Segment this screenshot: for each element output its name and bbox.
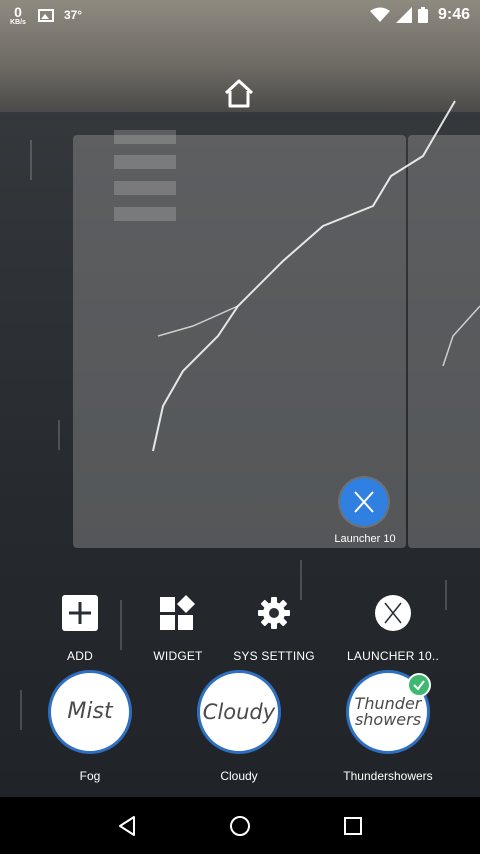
net-speed-value: 0 xyxy=(14,3,22,20)
rain-streak xyxy=(20,690,22,730)
image-icon xyxy=(37,8,54,22)
battery-icon xyxy=(417,7,428,23)
temperature: 37° xyxy=(63,8,83,22)
weather-text: Thunder showers xyxy=(354,694,422,729)
net-speed: 0 KB/s xyxy=(10,5,26,26)
plus-icon xyxy=(61,594,99,632)
wifi-icon xyxy=(369,7,390,22)
clock: 9:46 xyxy=(437,6,470,23)
add-button[interactable]: ADD xyxy=(25,594,135,663)
sys-setting-label: SYS SETTING xyxy=(233,649,315,663)
launcher-x-icon[interactable] xyxy=(340,478,388,526)
weather-thumbnail: Mist xyxy=(48,670,132,754)
weather-text: Cloudy xyxy=(202,699,276,724)
weather-label: Thundershowers xyxy=(343,769,433,783)
cell-signal-icon xyxy=(395,7,412,23)
app-label: Launcher 10 xyxy=(334,533,396,545)
back-icon[interactable] xyxy=(107,806,147,846)
widget-button[interactable]: WIDGET xyxy=(123,594,233,663)
weather-thumbnail: Cloudy xyxy=(197,670,281,754)
rain-streak xyxy=(58,420,60,450)
weather-option-cloudy[interactable]: Cloudy Cloudy xyxy=(184,670,294,783)
launcher-label: LAUNCHER 10.. xyxy=(347,649,439,663)
weather-option-thundershowers[interactable]: Thunder showers Thundershowers xyxy=(333,670,443,783)
weather-thumbnail: Thunder showers xyxy=(346,670,431,754)
recents-icon[interactable] xyxy=(333,806,373,846)
rain-streak xyxy=(30,140,32,180)
status-bar: 0 KB/s 37° 9:46 xyxy=(0,0,480,30)
weather-option-fog[interactable]: Mist Fog xyxy=(35,670,145,783)
gear-icon xyxy=(255,594,293,632)
lightning-bolt xyxy=(152,100,480,452)
check-icon xyxy=(407,673,431,697)
widget-icon xyxy=(159,594,197,632)
weather-label: Cloudy xyxy=(220,769,258,783)
weather-text: Mist xyxy=(67,699,113,724)
net-speed-unit: KB/s xyxy=(10,18,26,26)
home-circle-icon[interactable] xyxy=(220,806,260,846)
weather-label: Fog xyxy=(79,769,101,783)
widget-label: WIDGET xyxy=(153,649,203,663)
launcher-settings-button[interactable]: LAUNCHER 10.. xyxy=(338,594,448,663)
sys-setting-button[interactable]: SYS SETTING xyxy=(219,594,329,663)
launcher-x-icon xyxy=(374,594,412,632)
navigation-bar xyxy=(0,797,480,854)
add-label: ADD xyxy=(67,649,93,663)
